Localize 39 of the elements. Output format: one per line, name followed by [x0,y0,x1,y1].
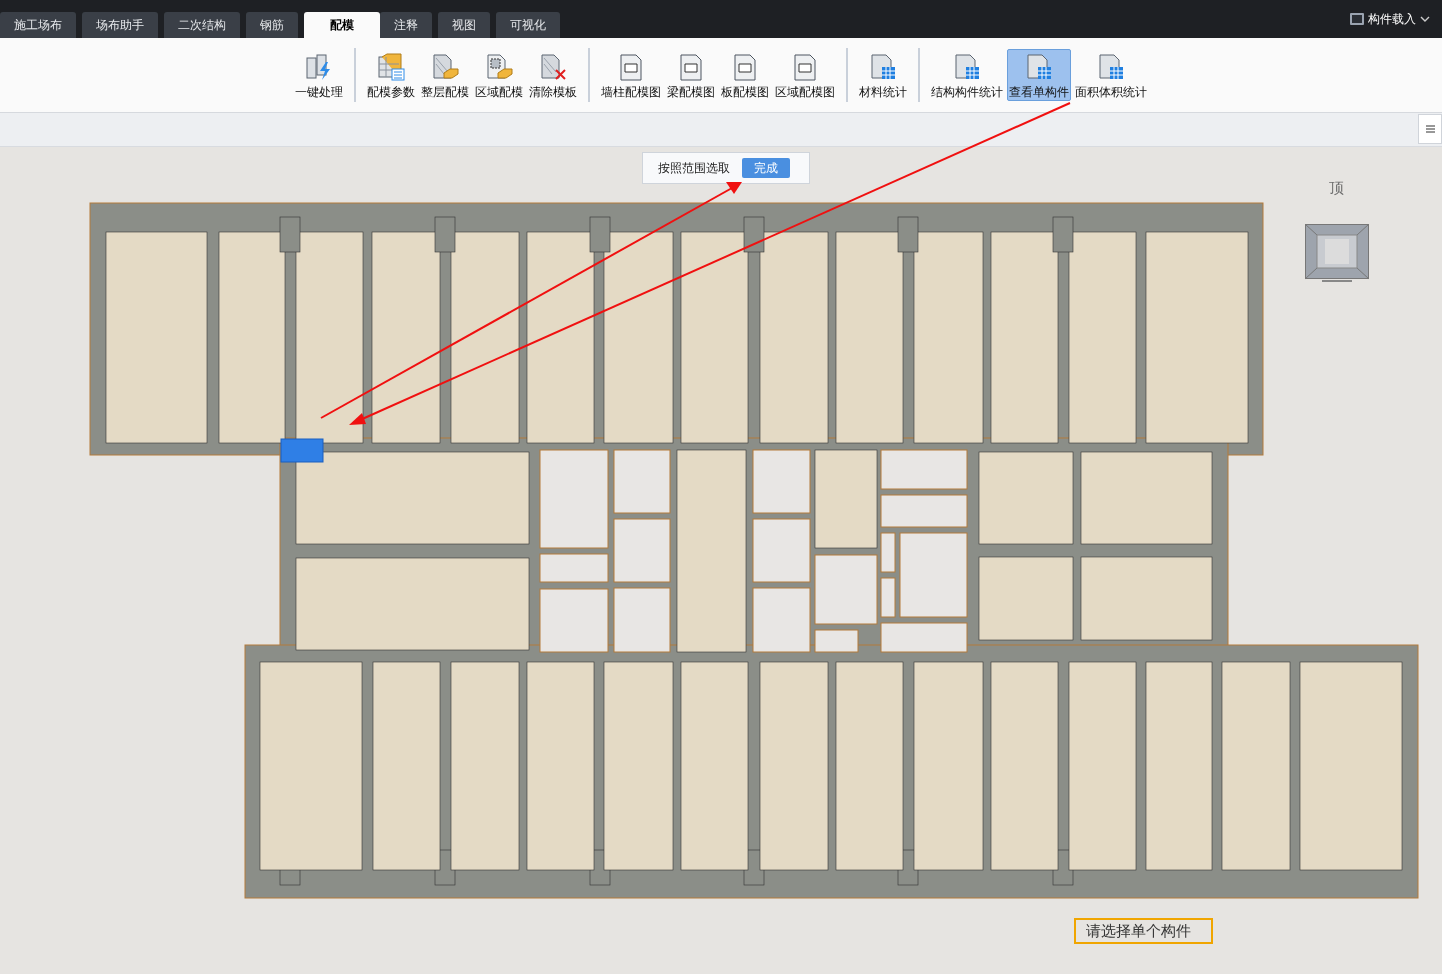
grid-icon [1024,52,1054,82]
ribbon-tab[interactable]: 场布助手 [82,12,158,38]
ribbon-tab[interactable]: 视图 [438,12,490,38]
ribbon-button[interactable]: 区域配模图 [773,49,837,101]
ribbon-button[interactable]: 查看单构件 [1007,49,1071,101]
ribbon-button[interactable]: 结构构件统计 [929,49,1005,101]
selected-component[interactable] [280,438,324,463]
logo-icon [1350,13,1364,25]
chevron-down-icon [1420,16,1430,22]
ribbon-button[interactable]: 面积体积统计 [1073,49,1149,101]
clear-icon [538,52,568,82]
ribbon-button[interactable]: 梁配模图 [665,49,717,101]
grid-icon [1096,52,1126,82]
ribbon-button[interactable]: 墙柱配模图 [599,49,663,101]
ribbon-tab[interactable]: 可视化 [496,12,560,38]
grid-icon [952,52,982,82]
ribbon-button[interactable]: 板配模图 [719,49,771,101]
view-cube-label: 顶 [1329,178,1344,199]
status-prompt: 请选择单个构件 [1074,918,1213,944]
popup-label: 按照范围选取 [658,160,730,177]
ribbon-tab[interactable]: 配模 [304,12,380,38]
ribbon-button[interactable]: 区域配模 [473,49,525,101]
ribbon-button[interactable]: 配模参数 [365,49,417,101]
ribbon-tab[interactable]: 施工场布 [0,12,76,38]
ribbon-button[interactable]: 整层配模 [419,49,471,101]
layer-icon [430,52,460,82]
menu-icon [1425,125,1435,133]
ribbon-button[interactable]: 清除模板 [527,49,579,101]
ribbon-tab[interactable]: 注释 [380,12,432,38]
component-load-button[interactable]: 构件载入 [1350,10,1430,28]
ribbon-tab[interactable]: 二次结构 [164,12,240,38]
region-icon [484,52,514,82]
ribbon-button[interactable]: 材料统计 [857,49,909,101]
ribbon-tab[interactable]: 钢筋 [246,12,298,38]
grid-icon [868,52,898,82]
menu-button[interactable] [1418,114,1442,144]
table-icon [376,52,406,82]
ribbon-button[interactable]: 一键处理 [293,49,345,101]
view-cube-icon[interactable] [1305,224,1369,282]
